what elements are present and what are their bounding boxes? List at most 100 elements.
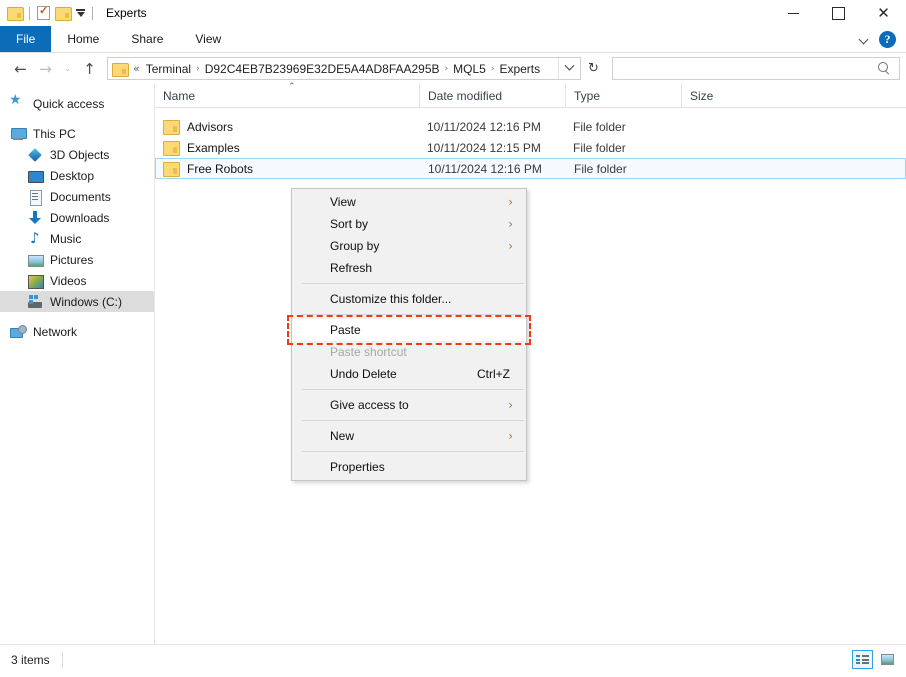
menu-item-give-access-to[interactable]: Give access to › xyxy=(292,394,526,416)
sidebar-item-label: Documents xyxy=(50,189,111,204)
breadcrumb-item-terminal[interactable]: Terminal xyxy=(143,62,194,76)
menu-item-shortcut: Ctrl+Z xyxy=(477,367,510,381)
menu-item-paste[interactable]: Paste xyxy=(292,319,526,341)
cell-type: File folder xyxy=(574,161,627,176)
sort-ascending-icon: ⌃ xyxy=(288,82,296,92)
column-label: Date modified xyxy=(428,89,503,103)
new-folder-icon[interactable] xyxy=(55,7,72,21)
sidebar-item-this-pc[interactable]: This PC xyxy=(0,123,154,144)
status-divider xyxy=(61,651,63,668)
computer-icon xyxy=(10,126,27,142)
sidebar-item-network[interactable]: Network xyxy=(0,321,154,342)
cell-name: Examples xyxy=(155,140,419,156)
recent-locations-button[interactable]: ⌄ xyxy=(58,56,77,81)
sidebar-item-label: 3D Objects xyxy=(50,147,110,162)
item-count: 3 items xyxy=(11,652,50,667)
back-button[interactable]: ← xyxy=(8,56,33,81)
chevron-right-icon: › xyxy=(508,195,513,209)
column-label: Type xyxy=(574,89,601,103)
refresh-button[interactable]: ↻ xyxy=(581,57,606,80)
menu-item-sort-by[interactable]: Sort by › xyxy=(292,213,526,235)
chevron-right-icon: › xyxy=(508,239,513,253)
ribbon-tabs: File Home Share View ? xyxy=(0,26,906,53)
column-header-type[interactable]: Type xyxy=(565,83,681,107)
sidebar-item-desktop[interactable]: Desktop xyxy=(0,165,154,186)
sidebar-item-downloads[interactable]: Downloads xyxy=(0,207,154,228)
menu-item-new[interactable]: New › xyxy=(292,425,526,447)
menu-item-label: View xyxy=(330,195,356,209)
close-button[interactable]: ✕ xyxy=(861,0,906,26)
table-row[interactable]: Free Robots 10/11/2024 12:16 PM File fol… xyxy=(155,158,906,179)
file-name: Free Robots xyxy=(187,161,254,176)
cell-date-modified: 10/11/2024 12:16 PM xyxy=(427,119,541,134)
breadcrumb-item-experts[interactable]: Experts xyxy=(496,62,543,76)
menu-item-view[interactable]: View › xyxy=(292,191,526,213)
search-input[interactable] xyxy=(612,57,900,80)
folder-icon xyxy=(163,162,180,177)
music-icon xyxy=(27,229,43,247)
sidebar-item-documents[interactable]: Documents xyxy=(0,186,154,207)
breadcrumb-field[interactable]: « Terminal › D92C4EB7B23969E32DE5A4AD8FA… xyxy=(107,57,581,80)
view-mode-buttons xyxy=(852,650,898,669)
sidebar-item-music[interactable]: Music xyxy=(0,228,154,249)
menu-item-customize-this-folder[interactable]: Customize this folder... xyxy=(292,288,526,310)
sidebar-item-videos[interactable]: Videos xyxy=(0,270,154,291)
breadcrumb-separator-1[interactable]: › xyxy=(194,64,202,74)
properties-icon[interactable] xyxy=(37,4,50,20)
window-controls: ✕ xyxy=(771,0,906,26)
breadcrumb-separator-3[interactable]: › xyxy=(489,64,497,74)
cell-date-modified: 10/11/2024 12:16 PM xyxy=(428,161,542,176)
chevron-right-icon: › xyxy=(508,217,513,231)
expand-ribbon-icon[interactable] xyxy=(859,34,870,45)
up-button[interactable]: ↑ xyxy=(77,56,102,81)
sidebar-item-3d-objects[interactable]: 3D Objects xyxy=(0,144,154,165)
breadcrumb: « Terminal › D92C4EB7B23969E32DE5A4AD8FA… xyxy=(131,62,558,76)
breadcrumb-item-guid[interactable]: D92C4EB7B23969E32DE5A4AD8FAA295B xyxy=(202,62,443,76)
documents-icon xyxy=(27,189,43,206)
table-row[interactable]: Advisors 10/11/2024 12:16 PM File folder xyxy=(155,116,906,137)
maximize-button[interactable] xyxy=(816,0,861,26)
column-label: Size xyxy=(690,89,714,103)
sidebar-item-windows-c[interactable]: Windows (C:) xyxy=(0,291,154,312)
menu-item-undo-delete[interactable]: Undo Delete Ctrl+Z xyxy=(292,363,526,385)
forward-button[interactable]: → xyxy=(33,56,58,81)
menu-item-label: Group by xyxy=(330,239,380,253)
menu-item-refresh[interactable]: Refresh xyxy=(292,257,526,279)
help-icon[interactable]: ? xyxy=(879,31,896,48)
menu-item-paste-shortcut: Paste shortcut xyxy=(292,341,526,363)
address-dropdown-icon[interactable] xyxy=(558,58,579,79)
sidebar-item-quick-access[interactable]: Quick access xyxy=(0,92,154,114)
menu-separator xyxy=(302,389,524,390)
column-header-size[interactable]: Size xyxy=(681,83,761,107)
toolbar-divider-2 xyxy=(92,6,93,20)
navigation-pane: Quick access This PC 3D Objects Desktop … xyxy=(0,84,155,644)
quick-access-toolbar xyxy=(0,4,95,21)
tab-file[interactable]: File xyxy=(0,26,52,52)
menu-item-group-by[interactable]: Group by › xyxy=(292,235,526,257)
breadcrumb-separator-2[interactable]: › xyxy=(443,64,451,74)
title-bar: Experts ✕ xyxy=(0,0,906,26)
address-folder-icon xyxy=(112,62,129,77)
details-view-icon[interactable] xyxy=(852,650,873,669)
tab-view[interactable]: View xyxy=(179,26,237,52)
tab-home[interactable]: Home xyxy=(51,26,115,52)
folder-icon xyxy=(163,141,180,156)
drive-icon xyxy=(27,294,43,310)
breadcrumb-item-mql5[interactable]: MQL5 xyxy=(450,62,489,76)
menu-separator xyxy=(302,283,524,284)
sidebar-item-pictures[interactable]: Pictures xyxy=(0,249,154,270)
column-header-name[interactable]: ⌃ Name xyxy=(155,82,419,107)
file-name: Examples xyxy=(187,140,240,155)
folder-icon[interactable] xyxy=(7,7,24,21)
tab-share[interactable]: Share xyxy=(115,26,179,52)
minimize-button[interactable] xyxy=(771,0,816,26)
column-headers: ⌃ Name Date modified Type Size xyxy=(155,82,906,108)
breadcrumb-overflow[interactable]: « xyxy=(131,62,143,75)
thumbnail-view-icon[interactable] xyxy=(877,650,898,669)
column-header-date-modified[interactable]: Date modified xyxy=(419,83,565,107)
table-row[interactable]: Examples 10/11/2024 12:15 PM File folder xyxy=(155,137,906,158)
quick-access-dropdown-icon[interactable] xyxy=(75,9,85,17)
menu-separator xyxy=(302,420,524,421)
menu-item-properties[interactable]: Properties xyxy=(292,456,526,478)
